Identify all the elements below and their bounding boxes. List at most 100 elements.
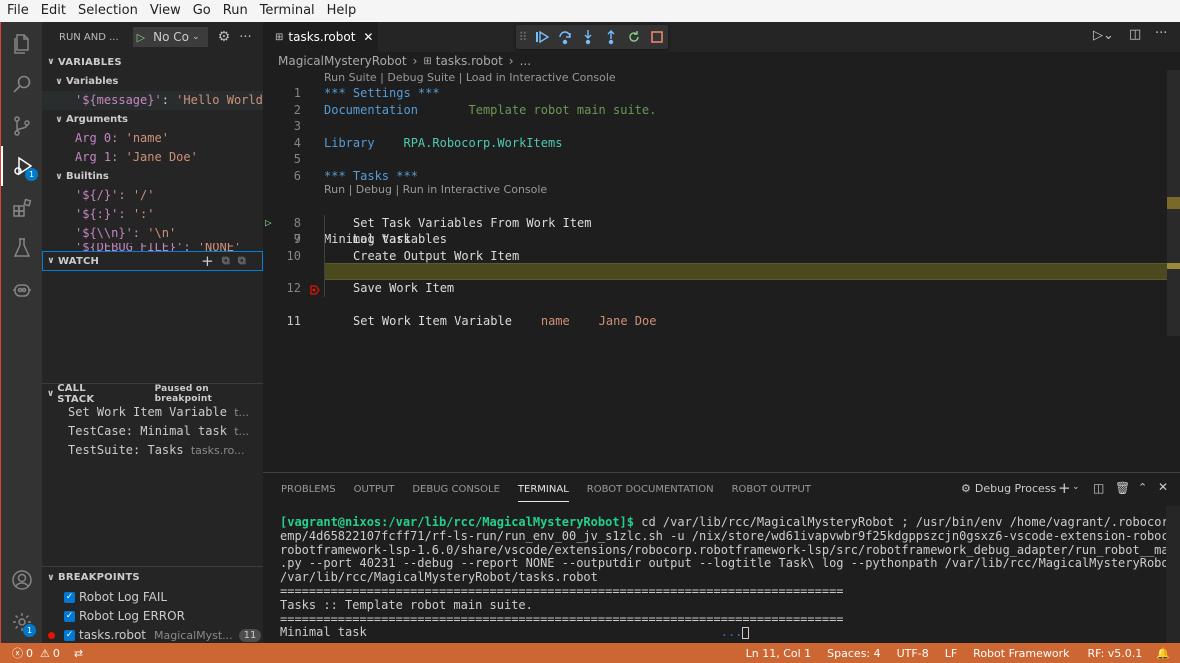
menu-help[interactable]: Help xyxy=(321,0,363,22)
remove-all-expressions-icon[interactable]: ⧉ xyxy=(238,254,246,268)
notifications-bell-icon[interactable]: 🔔 xyxy=(1149,647,1180,660)
codelens-suite[interactable]: Run Suite | Debug Suite | Load in Intera… xyxy=(324,71,616,84)
tab-debug-console[interactable]: DEBUG CONSOLE xyxy=(412,478,500,501)
tab-tasks-robot[interactable]: ⊞ tasks.robot ✕ xyxy=(263,22,378,52)
more-actions-icon[interactable]: ··· xyxy=(1155,26,1167,41)
variables-section-header[interactable]: ∨ VARIABLES xyxy=(42,52,263,72)
terminal-select[interactable]: ⚙ Debug Process xyxy=(961,482,1056,495)
start-debugging-icon[interactable]: ▷ xyxy=(137,31,145,44)
breadcrumb-symbol[interactable]: ... xyxy=(520,54,531,68)
add-expression-icon[interactable]: + xyxy=(201,252,214,270)
variable-row[interactable]: '${message}': 'Hello World!' xyxy=(42,91,263,110)
argument-row[interactable]: Arg 0: 'name' xyxy=(42,129,263,148)
close-panel-icon[interactable]: ✕ xyxy=(1158,480,1168,494)
rf-version[interactable]: RF: v5.0.1 xyxy=(1080,647,1149,660)
continue-icon[interactable] xyxy=(530,25,553,49)
tab-problems[interactable]: PROBLEMS xyxy=(281,478,336,501)
builtin-row[interactable]: '${/}': '/' xyxy=(42,186,263,205)
breakpoint-row[interactable]: ✓ tasks.robot MagicalMyst... 11 xyxy=(42,626,263,643)
terminal-scrollbar[interactable] xyxy=(1166,506,1180,643)
open-launch-json-gear-icon[interactable]: ⚙ xyxy=(218,29,231,45)
more-actions-icon[interactable]: ··· xyxy=(239,30,251,45)
callstack-frame[interactable]: Set Work Item Variable t... xyxy=(42,403,263,422)
current-line-highlight xyxy=(324,263,1168,280)
arguments-group-label: Arguments xyxy=(66,114,129,125)
arguments-group[interactable]: ∨ Arguments xyxy=(42,110,263,129)
indentation[interactable]: Spaces: 4 xyxy=(820,647,887,660)
accounts-icon[interactable] xyxy=(1,560,43,600)
stop-icon[interactable] xyxy=(645,25,668,49)
kill-terminal-icon[interactable]: 🗑 xyxy=(1115,481,1130,495)
argument-value: 'name' xyxy=(125,131,169,145)
breadcrumb-file[interactable]: tasks.robot xyxy=(436,54,503,68)
tab-robot-output[interactable]: ROBOT OUTPUT xyxy=(732,478,811,501)
explorer-icon[interactable] xyxy=(1,24,43,64)
breakpoints-section-header[interactable]: ∨ BREAKPOINTS xyxy=(42,567,263,588)
line-number: 10 xyxy=(286,248,301,263)
menu-terminal[interactable]: Terminal xyxy=(254,0,321,22)
launch-config-select[interactable]: ▷ No Co ⌄ xyxy=(132,27,208,47)
breakpoint-row[interactable]: ✓ Robot Log FAIL xyxy=(42,588,263,607)
argument-row[interactable]: Arg 1: 'Jane Doe' xyxy=(42,148,263,167)
step-out-icon[interactable] xyxy=(599,25,622,49)
collapse-all-icon[interactable]: ⧉ xyxy=(222,254,230,268)
split-terminal-icon[interactable]: ◫ xyxy=(1093,481,1104,495)
menu-selection[interactable]: Selection xyxy=(72,0,144,22)
terminal-output[interactable]: [vagrant@nixos:/var/lib/rcc/MagicalMyste… xyxy=(280,515,1180,640)
manage-gear-icon[interactable]: 1 xyxy=(1,602,43,642)
callstack-frame[interactable]: TestCase: Minimal task t... xyxy=(42,422,263,441)
builtin-row[interactable]: '${DEBUG_FILE}': 'NONE' xyxy=(42,243,263,251)
extensions-icon[interactable] xyxy=(1,188,43,228)
callstack-section-header[interactable]: ∨ CALL STACK Paused on breakpoint xyxy=(42,383,263,405)
new-terminal-icon[interactable]: + xyxy=(1058,479,1071,497)
run-debug-icon[interactable]: 1 xyxy=(1,146,43,186)
variables-group[interactable]: ∨ Variables xyxy=(42,72,263,91)
source-control-icon[interactable] xyxy=(1,106,43,146)
encoding[interactable]: UTF-8 xyxy=(890,647,936,660)
chevron-down-icon[interactable]: ⌄ xyxy=(1072,482,1080,492)
drag-handle-icon[interactable]: ⠿ xyxy=(516,25,530,49)
search-icon[interactable] xyxy=(1,64,43,104)
editor-scrollbar[interactable] xyxy=(1167,70,1180,336)
breadcrumb-folder[interactable]: MagicalMysteryRobot xyxy=(278,54,407,68)
problems-status[interactable]: ⓧ 0 ⚠ 0 xyxy=(0,645,67,661)
panel-tab-bar: PROBLEMS OUTPUT DEBUG CONSOLE TERMINAL R… xyxy=(263,473,1180,506)
debug-target-icon[interactable]: ⇄ xyxy=(67,647,90,660)
builtin-row[interactable]: '${:}': ':' xyxy=(42,205,263,224)
menu-view[interactable]: View xyxy=(144,0,187,22)
breakpoint-row[interactable]: ✓ Robot Log ERROR xyxy=(42,607,263,626)
language-mode[interactable]: Robot Framework xyxy=(966,647,1076,660)
run-debug-file-icon[interactable]: ▷⌄ xyxy=(1093,28,1114,43)
variable-value: 'Hello World!' xyxy=(176,93,263,107)
menu-go[interactable]: Go xyxy=(187,0,217,22)
builtin-row[interactable]: '${\\n}': '\n' xyxy=(42,224,263,243)
robocorp-icon[interactable] xyxy=(1,270,43,310)
error-icon: ⓧ xyxy=(12,647,23,660)
cursor-position[interactable]: Ln 11, Col 1 xyxy=(739,647,819,660)
callstack-frame[interactable]: TestSuite: Tasks tasks.ro... xyxy=(42,441,263,460)
breakpoint-paused-icon[interactable] xyxy=(267,266,321,295)
watch-section-header[interactable]: ∨ WATCH + ⧉ ⧉ xyxy=(42,251,263,271)
menu-edit[interactable]: Edit xyxy=(35,0,72,22)
testing-icon[interactable] xyxy=(1,228,43,268)
checkbox-checked-icon[interactable]: ✓ xyxy=(64,630,75,641)
code-editor[interactable]: Run Suite | Debug Suite | Load in Intera… xyxy=(263,70,1180,472)
menu-run[interactable]: Run xyxy=(217,0,254,22)
checkbox-checked-icon[interactable]: ✓ xyxy=(64,611,75,622)
builtins-group[interactable]: ∨ Builtins xyxy=(42,167,263,186)
frame-name: TestCase: Minimal task xyxy=(68,424,227,438)
step-into-icon[interactable] xyxy=(576,25,599,49)
restart-icon[interactable] xyxy=(622,25,645,49)
close-icon[interactable]: ✕ xyxy=(363,30,373,44)
tab-output[interactable]: OUTPUT xyxy=(354,478,395,501)
checkbox-checked-icon[interactable]: ✓ xyxy=(64,592,75,603)
codelens-task[interactable]: Run | Debug | Run in Interactive Console xyxy=(324,183,547,196)
menu-file[interactable]: File xyxy=(0,0,35,22)
end-of-line[interactable]: LF xyxy=(938,647,964,660)
maximize-panel-icon[interactable]: ⌃ xyxy=(1138,481,1147,494)
chevron-down-icon: ⌄ xyxy=(192,32,200,42)
step-over-icon[interactable] xyxy=(553,25,576,49)
tab-robot-documentation[interactable]: ROBOT DOCUMENTATION xyxy=(587,478,714,501)
split-editor-icon[interactable]: ◫ xyxy=(1129,27,1141,42)
tab-terminal[interactable]: TERMINAL xyxy=(517,478,569,502)
